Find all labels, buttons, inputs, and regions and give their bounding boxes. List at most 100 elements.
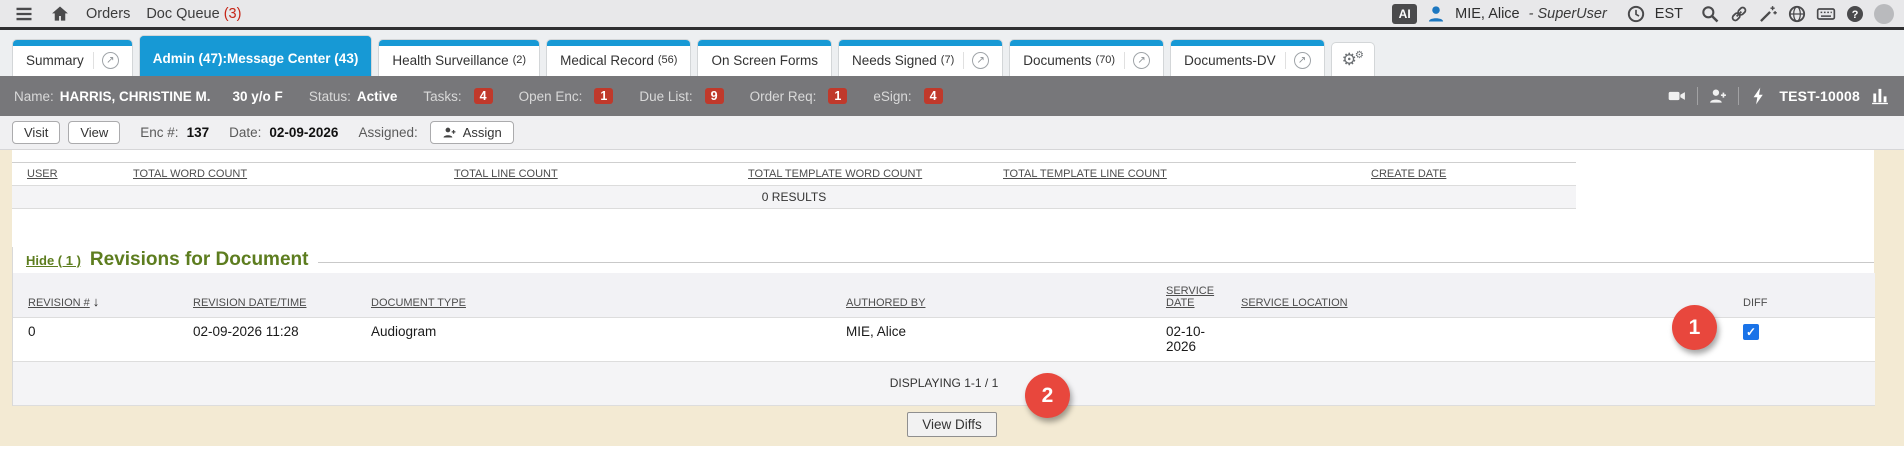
magic-wand-icon[interactable] <box>1758 4 1778 24</box>
home-icon[interactable] <box>50 4 70 24</box>
column-header-revision-number[interactable]: REVISION #↓ <box>13 273 178 317</box>
open-new-window-icon[interactable]: ↗ <box>93 52 119 69</box>
revision-table-row: 0 02-09-2026 11:28 Audiogram MIE, Alice … <box>13 317 1875 361</box>
column-header-service-location[interactable]: SERVICE LOCATION <box>1226 273 1728 317</box>
webchart-app: Orders Doc Queue (3) AI MIE, Alice - Sup… <box>0 0 1904 451</box>
column-header-total-line-count[interactable]: TOTAL LINE COUNT <box>439 168 733 180</box>
column-header-total-word-count[interactable]: TOTAL WORD COUNT <box>118 168 439 180</box>
cell-authored-by: MIE, Alice <box>831 317 1151 361</box>
link-icon[interactable] <box>1729 4 1749 24</box>
column-header-document-type[interactable]: DOCUMENT TYPE <box>356 273 831 317</box>
assign-button[interactable]: Assign <box>430 121 514 144</box>
orders-link[interactable]: Orders <box>86 6 130 22</box>
tab-label: On Screen Forms <box>711 53 818 68</box>
enc-date-label: Date: <box>229 125 261 140</box>
tab-admin-message-center[interactable]: Admin (47):Message Center (43) <box>139 35 373 76</box>
gear-icon: ⚙ <box>1355 51 1364 61</box>
actions-strip: View Diffs <box>0 406 1904 446</box>
tab-health-surveillance[interactable]: Health Surveillance (2) <box>378 39 540 76</box>
add-user-icon[interactable] <box>1708 86 1728 106</box>
tab-settings[interactable]: ⚙ ⚙ <box>1331 42 1375 76</box>
pagination-text: DISPLAYING 1-1 / 1 <box>13 361 1875 405</box>
column-header-total-template-line-count[interactable]: TOTAL TEMPLATE LINE COUNT <box>988 168 1356 180</box>
annotation-circle-1: 1 <box>1672 305 1717 350</box>
column-header-authored-by[interactable]: AUTHORED BY <box>831 273 1151 317</box>
esign-count-badge[interactable]: 4 <box>924 88 943 104</box>
open-enc-count-badge[interactable]: 1 <box>594 88 613 104</box>
annotation-circle-2: 2 <box>1025 373 1070 418</box>
enc-number-value: 137 <box>187 125 210 140</box>
diff-checkbox[interactable]: ✓ <box>1743 324 1759 340</box>
open-new-window-icon[interactable]: ↗ <box>963 52 989 69</box>
help-icon[interactable]: ? <box>1845 4 1865 24</box>
user-role: - SuperUser <box>1529 6 1607 22</box>
hide-revisions-link[interactable]: Hide ( 1 ) <box>26 253 81 268</box>
name-label: Name: <box>14 89 54 104</box>
due-list-count-badge[interactable]: 9 <box>705 88 724 104</box>
column-header-total-template-word-count[interactable]: TOTAL TEMPLATE WORD COUNT <box>733 168 988 180</box>
word-count-table: USER TOTAL WORD COUNT TOTAL LINE COUNT T… <box>12 162 1576 209</box>
revisions-section: Hide ( 1 ) Revisions for Document REVISI… <box>12 247 1874 406</box>
lightning-icon[interactable] <box>1749 86 1769 106</box>
keyboard-icon[interactable] <box>1816 4 1836 24</box>
view-diffs-button[interactable]: View Diffs <box>907 412 997 437</box>
order-req-count-badge[interactable]: 1 <box>828 88 847 104</box>
tab-count: (70) <box>1096 54 1116 66</box>
globe-icon[interactable] <box>1787 4 1807 24</box>
doc-queue-label[interactable]: Doc Queue <box>146 6 219 22</box>
tab-label: Needs Signed <box>852 53 937 68</box>
tab-medical-record[interactable]: Medical Record (56) <box>546 39 691 76</box>
ai-assistant-button[interactable]: AI <box>1392 4 1417 24</box>
revisions-table-header: REVISION #↓ REVISION DATE/TIME DOCUMENT … <box>13 273 1875 317</box>
tab-documents[interactable]: Documents (70) ↗ <box>1009 39 1164 76</box>
tasks-label: Tasks: <box>423 89 461 104</box>
tab-count: (2) <box>513 54 526 66</box>
search-icon[interactable] <box>1700 4 1720 24</box>
tab-needs-signed[interactable]: Needs Signed (7) ↗ <box>838 39 1003 76</box>
tab-on-screen-forms[interactable]: On Screen Forms <box>697 39 832 76</box>
tab-documents-dv[interactable]: Documents-DV ↗ <box>1170 39 1325 76</box>
svg-text:?: ? <box>1852 8 1859 20</box>
open-enc-label: Open Enc: <box>519 89 583 104</box>
tasks-count-badge[interactable]: 4 <box>474 88 493 104</box>
sort-descending-icon[interactable]: ↓ <box>93 294 100 309</box>
status-label: Status: <box>309 89 351 104</box>
tab-count: (56) <box>658 54 678 66</box>
tab-summary[interactable]: Summary ↗ <box>12 39 133 76</box>
cell-document-type: Audiogram <box>356 317 831 361</box>
revisions-title: Revisions for Document <box>90 249 309 271</box>
tab-label: Medical Record <box>560 53 654 68</box>
enc-date-value: 02-09-2026 <box>269 125 338 140</box>
doc-queue-count[interactable]: (3) <box>224 6 242 22</box>
open-new-window-icon[interactable]: ↗ <box>1124 52 1150 69</box>
tab-label: Documents-DV <box>1184 53 1276 68</box>
tab-label: Health Surveillance <box>392 53 508 68</box>
clock-icon[interactable] <box>1626 4 1646 24</box>
user-icon[interactable] <box>1426 4 1446 24</box>
pagination-row: DISPLAYING 1-1 / 1 <box>13 361 1875 405</box>
open-new-window-icon[interactable]: ↗ <box>1285 52 1311 69</box>
status-dot <box>1874 4 1894 24</box>
bar-chart-icon[interactable] <box>1870 86 1890 106</box>
column-header-revision-datetime[interactable]: REVISION DATE/TIME <box>178 273 356 317</box>
revisions-table: REVISION #↓ REVISION DATE/TIME DOCUMENT … <box>13 273 1875 406</box>
word-count-table-header: USER TOTAL WORD COUNT TOTAL LINE COUNT T… <box>12 163 1576 185</box>
assign-button-label: Assign <box>463 125 502 140</box>
column-header-create-date[interactable]: CREATE DATE <box>1356 168 1549 180</box>
patient-id: TEST-10008 <box>1779 88 1860 104</box>
column-header-service-date[interactable]: SERVICE DATE <box>1151 273 1226 317</box>
hamburger-menu-icon[interactable] <box>14 4 34 24</box>
cell-service-location <box>1226 317 1728 361</box>
tab-count: (7) <box>941 54 954 66</box>
enc-number-label: Enc #: <box>140 125 178 140</box>
encounter-bar: Visit View Enc #: 137 Date: 02-09-2026 A… <box>0 116 1904 150</box>
user-name[interactable]: MIE, Alice <box>1455 6 1519 22</box>
content-area: USER TOTAL WORD COUNT TOTAL LINE COUNT T… <box>0 150 1904 451</box>
visit-button[interactable]: Visit <box>12 121 60 144</box>
column-header-user[interactable]: USER <box>12 168 118 180</box>
tab-label: Summary <box>26 53 84 68</box>
timezone-label[interactable]: EST <box>1655 6 1683 22</box>
view-button[interactable]: View <box>68 121 120 144</box>
video-camera-icon[interactable] <box>1667 86 1687 106</box>
doc-queue-link[interactable]: Doc Queue (3) <box>146 6 241 22</box>
